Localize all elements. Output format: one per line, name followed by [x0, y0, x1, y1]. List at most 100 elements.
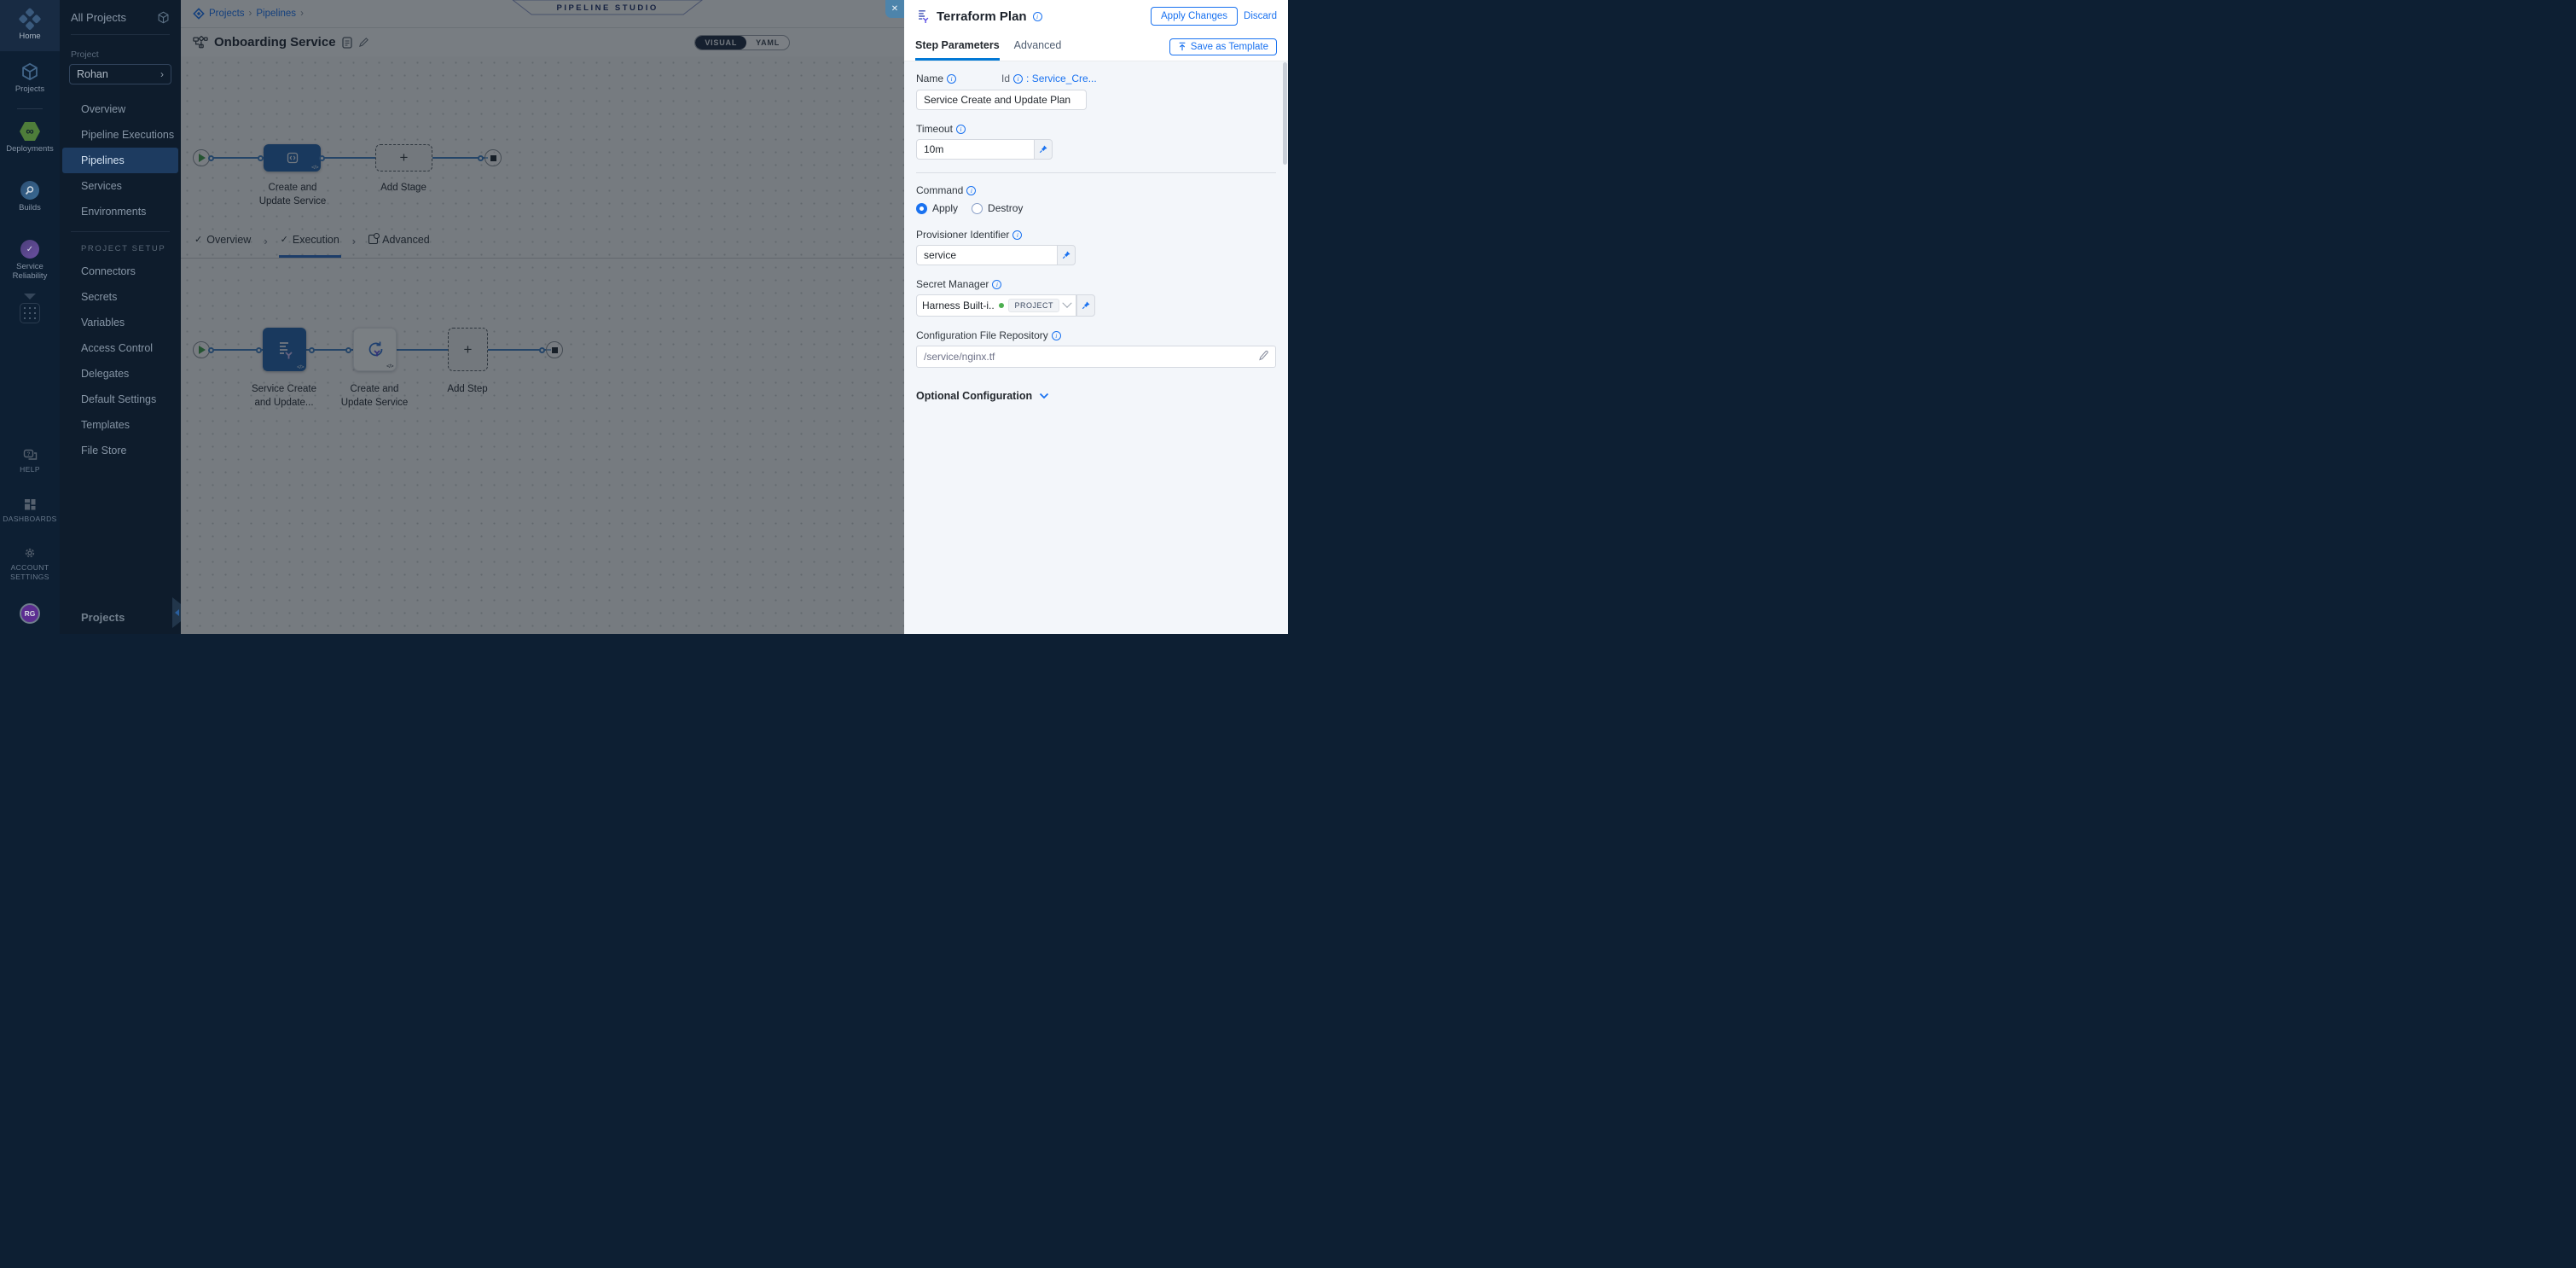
timeout-label: Timeouti — [916, 123, 1276, 135]
provisioner-input[interactable] — [916, 245, 1057, 265]
step-id-value[interactable]: : Service_Cre... — [1026, 73, 1097, 84]
tab-panel-advanced[interactable]: Advanced — [1014, 32, 1062, 61]
terraform-plan-icon — [915, 9, 931, 24]
tab-step-parameters[interactable]: Step Parameters — [915, 32, 1000, 61]
rail-label: Home — [19, 32, 40, 41]
rail-label: ACCOUNTSETTINGS — [10, 563, 49, 582]
canvas-dim-overlay — [181, 0, 904, 634]
sidebar-item-access-control[interactable]: Access Control — [60, 335, 181, 361]
service-reliability-icon: ✓ — [20, 240, 39, 259]
timeout-input[interactable] — [916, 139, 1034, 160]
radio-destroy[interactable]: Destroy — [972, 202, 1023, 214]
sidebar-item-environments[interactable]: Environments — [60, 199, 181, 224]
all-projects-label[interactable]: All Projects — [71, 11, 126, 24]
module-picker-icon[interactable] — [20, 303, 40, 323]
dashboards-icon — [24, 498, 37, 511]
rail-item-deployments[interactable]: ∞ Deployments — [0, 114, 60, 161]
sidebar-item-connectors[interactable]: Connectors — [60, 259, 181, 284]
rail-item-home[interactable]: Home — [0, 0, 60, 51]
name-label: Namei — [916, 73, 956, 84]
sidebar-item-delegates[interactable]: Delegates — [60, 361, 181, 387]
radio-unselected-icon — [972, 203, 983, 214]
sidebar-item-default-settings[interactable]: Default Settings — [60, 387, 181, 412]
fixed-value-pin-button[interactable] — [1076, 294, 1095, 317]
sidebar-item-variables[interactable]: Variables — [60, 310, 181, 335]
rail-item-help[interactable]: ? HELP — [0, 441, 60, 482]
user-avatar[interactable]: RG — [20, 603, 40, 624]
chevron-down-icon — [1039, 393, 1049, 399]
sidebar-item-secrets[interactable]: Secrets — [60, 284, 181, 310]
sidebar-divider — [71, 34, 170, 35]
apply-changes-button[interactable]: Apply Changes — [1151, 7, 1238, 26]
form-divider — [916, 172, 1276, 173]
sidebar-item-file-store[interactable]: File Store — [60, 438, 181, 463]
info-icon[interactable]: i — [1013, 74, 1023, 84]
secret-manager-value: Harness Built-i... — [922, 300, 995, 311]
timeout-group — [916, 139, 1276, 160]
rail-item-account-settings[interactable]: ACCOUNTSETTINGS — [0, 538, 60, 590]
sidebar-collapse-handle[interactable] — [172, 597, 181, 628]
pin-icon — [1061, 250, 1071, 260]
optional-configuration-toggle[interactable]: Optional Configuration — [916, 390, 1276, 402]
pin-icon — [1081, 300, 1091, 311]
rail-label: DASHBOARDS — [3, 515, 57, 524]
sidebar-setup-nav: Connectors Secrets Variables Access Cont… — [60, 259, 181, 463]
step-id: Id i : Service_Cre... — [1001, 73, 1097, 84]
edit-pencil-icon[interactable] — [1257, 350, 1269, 362]
svg-text:?: ? — [26, 451, 30, 457]
rail-collapse-chevron-icon[interactable] — [24, 294, 36, 300]
terraform-plan-panel: Terraform Plan i Apply Changes Discard S… — [904, 0, 1288, 634]
gear-icon — [23, 546, 37, 560]
sidebar-item-services[interactable]: Services — [60, 173, 181, 199]
rail-bottom: ? HELP DASHBOARDS ACCOUNTSETTINGS R — [0, 441, 60, 634]
config-file-repository-group — [916, 346, 1276, 368]
secret-manager-label: Secret Manageri — [916, 278, 1276, 290]
sidebar-footer-projects: Projects — [81, 611, 125, 624]
pipeline-studio-main: Projects › Pipelines › PIPELINE STUDIO O… — [181, 0, 904, 634]
sidebar-item-pipelines[interactable]: Pipelines — [62, 148, 178, 173]
name-input[interactable] — [916, 90, 1087, 110]
project-selector[interactable]: Rohan › — [69, 64, 171, 84]
sidebar-item-pipeline-executions[interactable]: Pipeline Executions — [60, 122, 181, 148]
secret-manager-group: Harness Built-i... PROJECT — [916, 294, 1276, 317]
provisioner-group — [916, 245, 1276, 265]
rail-item-dashboards[interactable]: DASHBOARDS — [0, 491, 60, 532]
project-sidebar: All Projects Project Rohan › Overview Pi… — [60, 0, 181, 634]
info-icon[interactable]: i — [992, 280, 1001, 289]
info-icon[interactable]: i — [1033, 12, 1042, 21]
info-icon[interactable]: i — [947, 74, 956, 84]
info-icon[interactable]: i — [956, 125, 966, 134]
sidebar-item-overview[interactable]: Overview — [60, 96, 181, 122]
pin-icon — [1038, 144, 1048, 154]
rail-label: HELP — [20, 465, 40, 474]
rail-item-builds[interactable]: Builds — [0, 173, 60, 220]
radio-apply[interactable]: Apply — [916, 202, 958, 214]
panel-scrollbar[interactable] — [1283, 62, 1287, 165]
rail-label: Deployments — [6, 144, 53, 154]
project-name: Rohan — [77, 68, 108, 80]
module-rail: Home Projects ∞ Deployments Builds ✓ Ser… — [0, 0, 60, 634]
harness-app: Home Projects ∞ Deployments Builds ✓ Ser… — [0, 0, 1288, 634]
rail-label: Projects — [15, 84, 44, 94]
config-file-repository-input[interactable] — [916, 346, 1276, 368]
project-cube-icon — [157, 11, 170, 24]
radio-selected-icon — [916, 203, 927, 214]
fixed-value-pin-button[interactable] — [1034, 139, 1053, 160]
fixed-value-pin-button[interactable] — [1057, 245, 1076, 265]
panel-header: Terraform Plan i Apply Changes Discard — [904, 0, 1288, 32]
sidebar-item-templates[interactable]: Templates — [60, 412, 181, 438]
close-panel-button[interactable]: ✕ — [885, 0, 904, 18]
configuration-file-repository-label: Configuration File Repositoryi — [916, 329, 1276, 341]
rail-item-service-reliability[interactable]: ✓ ServiceReliability — [0, 232, 60, 288]
info-icon[interactable]: i — [1012, 230, 1022, 240]
discard-button[interactable]: Discard — [1244, 11, 1277, 21]
secret-manager-select[interactable]: Harness Built-i... PROJECT — [916, 294, 1076, 317]
rail-item-projects[interactable]: Projects — [0, 55, 60, 102]
sidebar-divider — [71, 231, 170, 232]
save-as-template-button[interactable]: Save as Template — [1169, 38, 1277, 55]
info-icon[interactable]: i — [1052, 331, 1061, 340]
upload-icon — [1178, 42, 1186, 51]
provisioner-identifier-label: Provisioner Identifieri — [916, 229, 1276, 241]
status-dot-icon — [999, 303, 1004, 308]
info-icon[interactable]: i — [966, 186, 976, 195]
